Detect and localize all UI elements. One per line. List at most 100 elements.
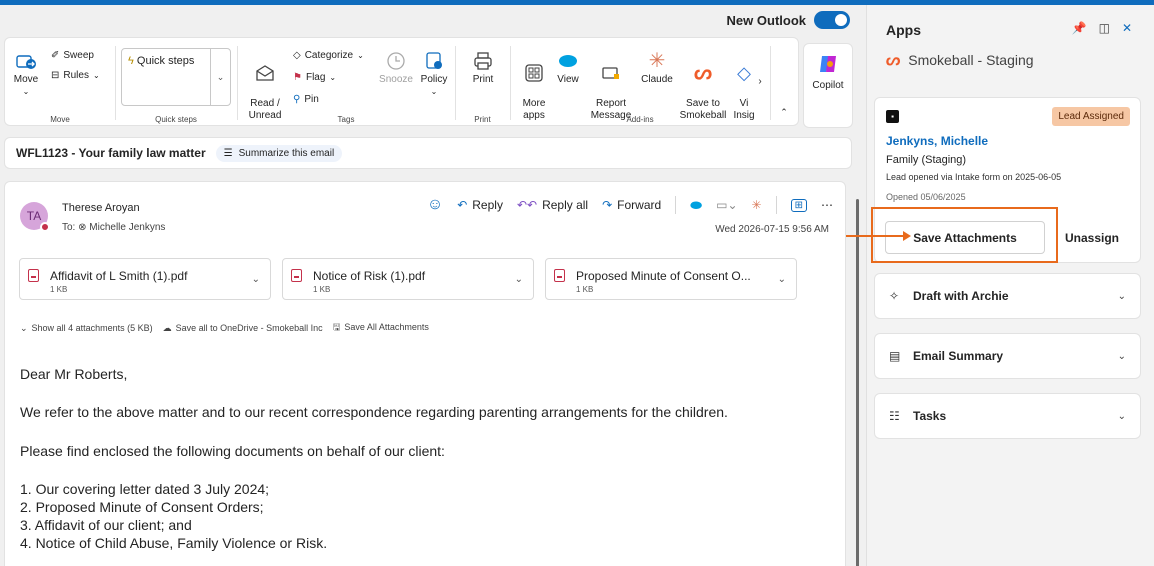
subject-bar: WFL1123 - Your family law matter ☰ Summa… <box>4 137 852 169</box>
chevron-down-icon[interactable]: ⌄ <box>1118 351 1126 362</box>
attachment-card[interactable]: Proposed Minute of Consent O... 1 KB ⌄ <box>545 258 797 300</box>
recipient-line[interactable]: To: ⊗ Michelle Jenkyns <box>62 222 165 233</box>
addins-group-label: Add-ins <box>626 115 654 124</box>
app-name: Smokeball - Staging <box>908 52 1034 68</box>
email-message: TA Therese Aroyan To: ⊗ Michelle Jenkyns… <box>4 181 846 566</box>
chevron-down-icon[interactable]: ⌄ <box>1118 291 1126 302</box>
save-icon: 🖫 <box>332 322 341 332</box>
unassign-button[interactable]: Unassign <box>1065 231 1119 245</box>
document-icon: ▤ <box>889 349 901 363</box>
new-outlook-label: New Outlook <box>726 12 806 28</box>
popout-icon[interactable]: ◫ <box>1099 21 1110 35</box>
forward-icon: ↷ <box>602 198 613 212</box>
lead-icon: ▪ <box>886 110 899 123</box>
lead-type: Family (Staging) <box>886 154 967 166</box>
quick-steps-group-label: Quick steps <box>155 115 197 124</box>
attachment-size: 1 KB <box>313 285 331 294</box>
close-icon[interactable]: ✕ <box>1122 21 1132 35</box>
attachment-links: ⌄ Show all 4 attachments (5 KB) ☁ Save all… <box>20 320 429 336</box>
attachment-size: 1 KB <box>50 285 68 294</box>
presence-busy-icon <box>40 222 50 232</box>
section-label: Draft with Archie <box>913 289 1009 303</box>
salesforce-icon[interactable]: ⬬ <box>690 197 702 214</box>
body-line: 4. Notice of Child Abuse, Family Violenc… <box>20 535 328 551</box>
section-label: Email Summary <box>913 349 1004 363</box>
lead-name-link[interactable]: Jenkyns, Michelle <box>886 134 988 148</box>
status-badge: Lead Assigned <box>1052 107 1130 126</box>
avatar-initials: TA <box>26 209 42 223</box>
collapse-ribbon-icon[interactable]: ⌃ <box>777 106 791 118</box>
claude-icon[interactable]: ✳ <box>752 198 762 212</box>
new-outlook-toggle[interactable] <box>814 11 850 29</box>
attachment-card[interactable]: Affidavit of L Smith (1).pdf 1 KB ⌄ <box>19 258 271 300</box>
onedrive-label: Save all to OneDrive - Smokeball Inc <box>175 322 323 333</box>
forward-label: Forward <box>617 198 662 212</box>
email-summary-section[interactable]: ▤ Email Summary ⌄ <box>874 333 1141 379</box>
annotation-highlight-box <box>871 207 1058 263</box>
reply-icon: ↶ <box>457 198 468 212</box>
body-line: 3. Affidavit of our client; and <box>20 517 192 533</box>
more-options-icon[interactable]: ⋯ <box>821 198 833 212</box>
list-icon: ☷ <box>889 409 900 423</box>
body-line: 2. Proposed Minute of Consent Orders; <box>20 499 264 515</box>
emoji-icon[interactable]: ☺ <box>427 196 443 214</box>
reply-label: Reply <box>472 198 503 212</box>
app-header: ᔕ Smokeball - Staging <box>886 50 1034 70</box>
attachment-name: Notice of Risk (1).pdf <box>313 269 426 283</box>
ribbon: Move ⌄ ✐ Sweep ⊟ Rules ⌄ Move ϟ Quick steps … <box>4 37 799 126</box>
pin-icon[interactable]: 📌 <box>1072 21 1087 35</box>
scrollbar[interactable] <box>855 183 860 566</box>
sparkle-icon: ✧ <box>889 289 900 303</box>
body-line: Please find enclosed the following docum… <box>20 443 445 459</box>
body-line: Dear Mr Roberts, <box>20 366 128 382</box>
message-actions: ☺ ↶ Reply ↶↶ Reply all ↷ Forward ⬬ ▭⌄ ✳ ⊞ ⋯ <box>427 196 833 214</box>
pdf-icon <box>291 269 302 282</box>
reply-button[interactable]: ↶ Reply <box>457 198 503 212</box>
show-all-label: Show all 4 attachments (5 KB) <box>31 322 153 333</box>
chevron-down-icon: ⌄ <box>20 322 28 333</box>
apps-grid-icon[interactable]: ⊞ <box>790 198 807 212</box>
tags-group-label: Tags <box>337 115 355 124</box>
save-all-label: Save All Attachments <box>344 322 429 332</box>
copilot-icon <box>820 56 836 72</box>
action-divider <box>675 196 677 214</box>
panel-title: Apps <box>886 22 921 38</box>
save-to-onedrive-link[interactable]: ☁ Save all to OneDrive - Smokeball Inc <box>163 323 323 334</box>
email-subject: WFL1123 - Your family law matter <box>16 146 206 160</box>
smokeball-icon: ᔕ <box>886 52 901 69</box>
move-group-label: Move <box>50 115 70 124</box>
reply-all-icon: ↶↶ <box>516 198 538 212</box>
pdf-icon <box>28 269 39 282</box>
save-all-attachments-link[interactable]: 🖫 Save All Attachments <box>333 320 429 336</box>
summary-icon: ☰ <box>223 147 233 159</box>
attachment-name: Proposed Minute of Consent O... <box>576 269 751 283</box>
chevron-down-icon[interactable]: ⌄ <box>1118 411 1126 422</box>
attachment-card[interactable]: Notice of Risk (1).pdf 1 KB ⌄ <box>282 258 534 300</box>
summarize-email-button[interactable]: ☰ Summarize this email <box>215 144 343 162</box>
cloud-icon: ☁ <box>162 322 172 333</box>
email-date: Wed 2026-07-15 9:56 AM <box>715 224 829 235</box>
scrollbar-thumb[interactable] <box>856 199 859 566</box>
chevron-down-icon[interactable]: ⌄ <box>778 274 786 285</box>
section-label: Tasks <box>913 409 947 423</box>
new-outlook-toggle-group[interactable]: New Outlook <box>727 11 850 29</box>
pdf-icon <box>554 269 565 282</box>
avatar[interactable]: TA <box>20 202 50 232</box>
tasks-section[interactable]: ☷ Tasks ⌄ <box>874 393 1141 439</box>
panel-controls: 📌 ◫ ✕ <box>1072 21 1132 35</box>
draft-with-archie-section[interactable]: ✧ Draft with Archie ⌄ <box>874 273 1141 319</box>
body-line: We refer to the above matter and to our … <box>20 404 728 420</box>
forward-button[interactable]: ↷ Forward <box>602 198 661 212</box>
ribbon-divider <box>770 46 771 120</box>
lead-note: Lead opened via Intake form on 2025-06-0… <box>886 172 1062 182</box>
show-all-attachments-link[interactable]: ⌄ Show all 4 attachments (5 KB) <box>20 323 153 334</box>
report-icon[interactable]: ▭⌄ <box>716 198 737 212</box>
chevron-down-icon[interactable]: ⌄ <box>515 274 523 285</box>
copilot-button[interactable]: Copilot <box>803 43 853 128</box>
print-group-label: Print <box>474 115 491 124</box>
sender-name[interactable]: Therese Aroyan <box>62 202 140 214</box>
chevron-down-icon[interactable]: ⌄ <box>252 274 260 285</box>
summarize-label: Summarize this email <box>238 147 335 159</box>
body-line: 1. Our covering letter dated 3 July 2024… <box>20 481 270 497</box>
reply-all-button[interactable]: ↶↶ Reply all <box>517 198 588 212</box>
